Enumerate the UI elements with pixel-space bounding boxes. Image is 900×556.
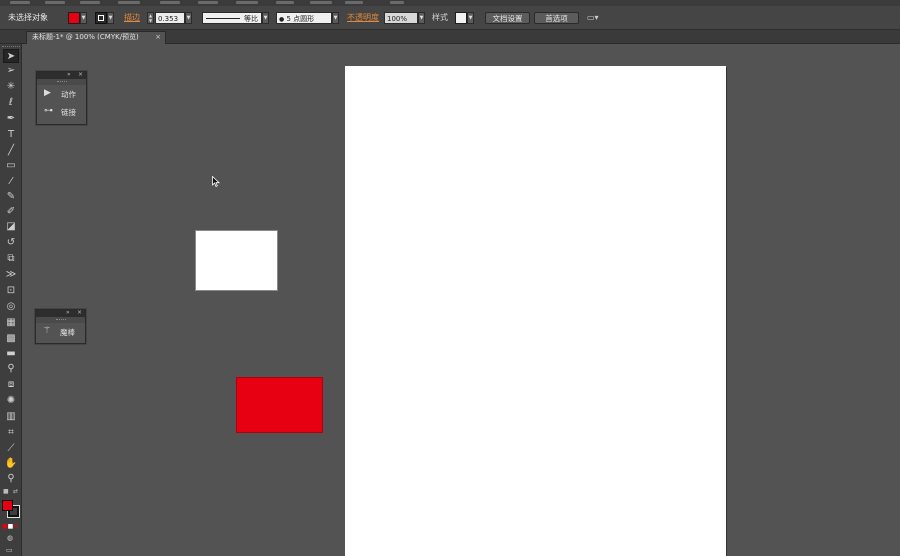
type-tool-icon[interactable]: T — [3, 128, 19, 142]
drawing-mode-icon[interactable]: ◍ — [7, 534, 13, 542]
swap-colors-icon[interactable]: ⇄ — [13, 488, 18, 495]
line-tool-icon[interactable]: ╱ — [3, 144, 19, 158]
screen-mode-icon[interactable]: ▭ — [6, 546, 13, 554]
eyedropper-tool-icon[interactable]: ⚲ — [3, 362, 19, 376]
actions-panel-item[interactable]: ▶ 动作 — [37, 85, 86, 103]
stroke-profile-dropdown-icon[interactable]: ▼ — [262, 12, 269, 24]
artboard[interactable] — [345, 66, 726, 556]
artboard-tool-icon[interactable]: ⌗ — [3, 426, 19, 440]
slice-tool-icon[interactable]: ⟋ — [3, 442, 19, 456]
close-panel-icon[interactable]: × — [77, 309, 82, 316]
opacity-input[interactable]: 100% — [384, 12, 418, 24]
stroke-dropdown-icon[interactable]: ▼ — [107, 12, 114, 24]
magic-wand-tool-icon[interactable]: ✳ — [3, 80, 19, 94]
white-rectangle-shape[interactable] — [195, 230, 278, 291]
collapse-panel-icon[interactable]: » — [66, 309, 70, 316]
stroke-label[interactable]: 描边 — [124, 12, 140, 24]
mouse-cursor-icon — [212, 176, 220, 187]
magic-wand-panel: » × ⚚ 魔棒 — [35, 309, 86, 344]
document-tab-title: 未标题-1* @ 100% (CMYK/预览) — [32, 33, 139, 41]
lasso-tool-icon[interactable]: ℓ — [3, 96, 19, 110]
links-label: 链接 — [61, 108, 76, 117]
scale-tool-icon[interactable]: ⧉ — [3, 252, 19, 266]
direct-selection-tool-icon[interactable]: ➢ — [3, 64, 19, 78]
width-tool-icon[interactable]: ≫ — [3, 268, 19, 282]
rotate-tool-icon[interactable]: ↺ — [3, 236, 19, 250]
stroke-weight-stepper[interactable]: ▲ ▼ — [147, 12, 154, 24]
document-setup-button[interactable]: 文档设置 — [485, 12, 530, 24]
close-panel-icon[interactable]: × — [78, 71, 83, 78]
tools-panel: ➤ ➢ ✳ ℓ ✒ T ╱ ▭ ⁄ ✎ ✐ ◪ ↺ ⧉ ≫ ⊡ ◎ ▦ ▩ ▬ … — [0, 44, 22, 556]
eraser-tool-icon[interactable]: ◪ — [3, 220, 19, 234]
link-icon: ⊶ — [44, 106, 53, 116]
magic-wand-panel-item[interactable]: ⚚ 魔棒 — [36, 323, 85, 341]
opacity-dropdown-icon[interactable]: ▼ — [418, 12, 425, 24]
stroke-color-swatch[interactable] — [95, 12, 107, 24]
brush-select[interactable]: ● 5 点圆形 — [276, 12, 332, 24]
play-icon: ▶ — [44, 88, 51, 98]
preferences-button[interactable]: 首选项 — [534, 12, 579, 24]
panel-header[interactable]: » × — [36, 309, 85, 317]
rectangle-tool-icon[interactable]: ▭ — [3, 159, 19, 173]
arrange-documents-icon[interactable]: ▭▾ — [587, 12, 599, 24]
free-transform-tool-icon[interactable]: ⊡ — [3, 284, 19, 298]
blob-brush-tool-icon[interactable]: ✐ — [3, 205, 19, 219]
blend-tool-icon[interactable]: ⧈ — [3, 378, 19, 392]
style-label: 样式 — [432, 13, 448, 22]
fill-dropdown-icon[interactable]: ▼ — [80, 12, 87, 24]
zoom-tool-icon[interactable]: ⚲ — [3, 472, 19, 486]
magic-wand-label: 魔棒 — [60, 328, 75, 337]
selection-status: 未选择对象 — [8, 13, 48, 22]
close-tab-icon[interactable]: × — [155, 32, 161, 43]
default-colors-icon[interactable]: ■ — [3, 488, 9, 495]
opacity-label[interactable]: 不透明度 — [347, 12, 379, 24]
selection-tool-icon[interactable]: ➤ — [3, 49, 19, 63]
collapse-panel-icon[interactable]: » — [67, 71, 71, 78]
pencil-tool-icon[interactable]: ✎ — [3, 190, 19, 204]
actions-label: 动作 — [61, 90, 76, 99]
paintbrush-tool-icon[interactable]: ⁄ — [3, 175, 19, 189]
panel-header[interactable]: » × — [37, 71, 86, 79]
document-tab[interactable]: 未标题-1* @ 100% (CMYK/预览) × — [26, 31, 166, 44]
perspective-grid-tool-icon[interactable]: ▦ — [3, 316, 19, 330]
pen-tool-icon[interactable]: ✒ — [3, 112, 19, 126]
fill-color-swatch[interactable] — [68, 12, 80, 24]
stroke-profile-select[interactable]: 等比 — [202, 12, 262, 24]
actions-links-panel: » × ▶ 动作 ⊶ 链接 — [36, 71, 87, 125]
control-bar: 未选择对象 ▼ ▼ 描边 ▲ ▼ 0.353 ▼ 等比 ▼ ● 5 点圆形 ▼ 不… — [0, 6, 900, 30]
shape-builder-tool-icon[interactable]: ◎ — [3, 300, 19, 314]
stroke-weight-dropdown-icon[interactable]: ▼ — [185, 12, 192, 24]
red-rectangle-shape[interactable] — [236, 377, 323, 433]
column-graph-tool-icon[interactable]: ▥ — [3, 410, 19, 424]
hand-tool-icon[interactable]: ✋ — [3, 457, 19, 471]
links-panel-item[interactable]: ⊶ 链接 — [37, 103, 86, 121]
gradient-tool-icon[interactable]: ▬ — [3, 347, 19, 361]
fill-color-box[interactable] — [2, 500, 13, 511]
magic-wand-icon: ⚚ — [43, 326, 52, 336]
stroke-weight-input[interactable]: 0.353 — [155, 12, 185, 24]
mesh-tool-icon[interactable]: ▩ — [3, 332, 19, 346]
symbol-sprayer-tool-icon[interactable]: ✺ — [3, 394, 19, 408]
style-swatch[interactable] — [455, 12, 467, 24]
style-dropdown-icon[interactable]: ▼ — [467, 12, 474, 24]
color-mode-buttons[interactable]: ■■⊘ — [2, 523, 18, 530]
brush-dropdown-icon[interactable]: ▼ — [332, 12, 339, 24]
